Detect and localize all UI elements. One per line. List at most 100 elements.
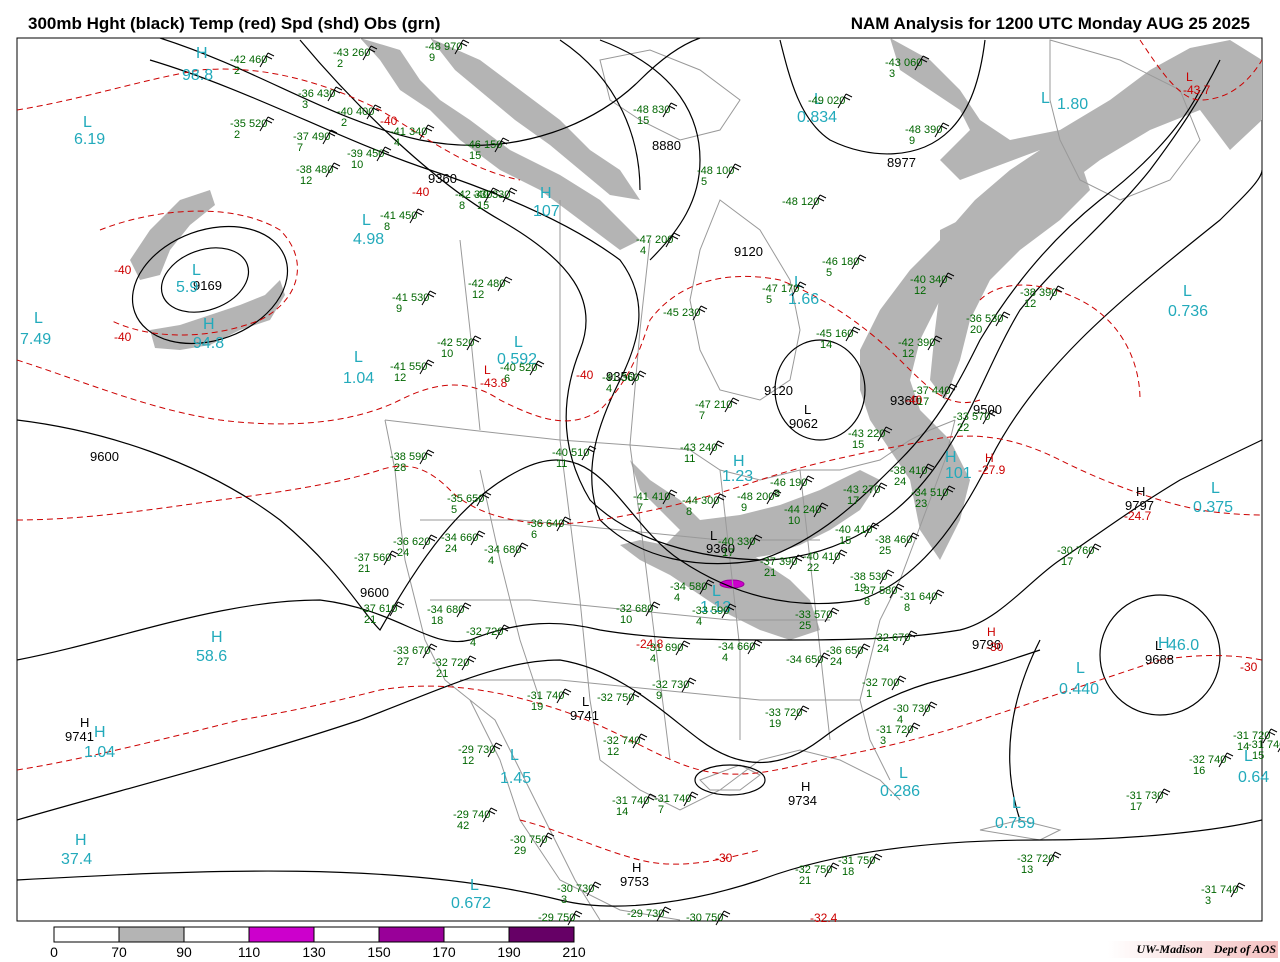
obs-dewpoint-dep: 21 (764, 567, 776, 579)
obs-dewpoint-dep: 20 (970, 324, 982, 336)
obs-dewpoint-dep: 14 (616, 806, 628, 818)
obs-dewpoint-dep: 5 (826, 267, 832, 279)
legend-tick-label: 70 (111, 944, 127, 960)
obs-dewpoint-dep: 4 (488, 555, 494, 567)
speed-center-value: 107 (533, 203, 560, 220)
obs-dewpoint-dep: 2 (234, 129, 240, 141)
speed-center-value: 6.19 (74, 131, 105, 148)
obs-dewpoint-dep: 12 (902, 348, 914, 360)
obs-dewpoint-dep: 24 (877, 643, 889, 655)
height-label: 9120 (734, 244, 763, 259)
obs-dewpoint-dep: 15 (1252, 750, 1264, 762)
obs-dewpoint-dep: 12 (462, 755, 474, 767)
obs-dewpoint-dep: 4 (722, 652, 728, 664)
obs-dewpoint-dep: 2 (341, 117, 347, 129)
speed-center-value: 1.23 (722, 468, 753, 485)
height-center-marker: L (804, 402, 811, 417)
height-label: 9734 (788, 793, 817, 808)
obs-dewpoint-dep: 19 (769, 718, 781, 730)
analysis-time: NAM Analysis for 1200 UTC Monday AUG 25 … (850, 14, 1250, 33)
speed-center-type: L (354, 349, 363, 366)
speed-center-type: H (94, 724, 106, 741)
obs-dewpoint-dep: 25 (799, 620, 811, 632)
obs-dewpoint-dep: 13 (1021, 864, 1033, 876)
legend-tick-label: 170 (432, 944, 456, 960)
obs-dewpoint-dep: 18 (431, 615, 443, 627)
obs-dewpoint-dep: 14 (820, 339, 832, 351)
obs-dewpoint-dep: 8 (904, 602, 910, 614)
speed-center-value: 98.8 (182, 67, 213, 84)
speed-center-type: L (510, 747, 519, 764)
obs-dewpoint-dep: 3 (1205, 895, 1211, 907)
obs-dewpoint-dep: 4 (470, 637, 476, 649)
height-label: 9120 (764, 383, 793, 398)
obs-dewpoint-dep: 12 (394, 372, 406, 384)
obs-dewpoint-dep: 12 (300, 175, 312, 187)
legend-tick-label: 130 (302, 944, 326, 960)
obs-dewpoint-dep: 15 (637, 115, 649, 127)
temp-label: -43.7 (1183, 83, 1211, 97)
obs-dewpoint-dep: 4 (640, 245, 646, 257)
speed-center-type: L (1211, 480, 1220, 497)
temp-center-marker: L (1186, 70, 1193, 84)
speed-center-value: 1.45 (500, 770, 531, 787)
speed-center-value: 0.64 (1238, 769, 1269, 786)
height-center-marker: H (632, 860, 641, 875)
speed-center-value: 5.9 (176, 279, 198, 296)
obs-dewpoint-dep: 15 (839, 535, 851, 547)
temp-label: -30 (715, 851, 733, 865)
speed-center-type: H (75, 832, 87, 849)
obs-dewpoint-dep: 6 (504, 373, 510, 385)
height-label: 9741 (65, 729, 94, 744)
temp-label: -27.9 (978, 463, 1006, 477)
obs-dewpoint-dep: 3 (880, 735, 886, 747)
speed-center-value: 4.98 (353, 231, 384, 248)
obs-dewpoint-dep: 9 (741, 502, 747, 514)
obs-dewpoint-dep: 7 (658, 804, 664, 816)
temp-center-marker: H (987, 625, 996, 639)
obs-dewpoint-dep: 4 (674, 592, 680, 604)
obs-dewpoint-dep: 24 (894, 476, 906, 488)
obs-dewpoint-dep: 29 (514, 845, 526, 857)
obs-dewpoint-dep: 2 (337, 58, 343, 70)
obs-dewpoint-dep: 21 (436, 668, 448, 680)
obs-dewpoint-dep: 27 (397, 656, 409, 668)
obs-dewpoint-dep: 11 (556, 458, 567, 470)
credit-org: UW-Madison (1136, 942, 1203, 956)
speed-center-type: L (470, 877, 479, 894)
obs-dewpoint-dep: 10 (620, 614, 632, 626)
temp-label: -40 (412, 185, 430, 199)
obs-dewpoint-dep: 3 (561, 894, 567, 906)
speed-center-value: 0.834 (797, 109, 837, 126)
obs-dewpoint-dep: 4 (650, 653, 656, 665)
obs-dewpoint-dep: 16 (1193, 765, 1205, 777)
obs-dewpoint-dep: 1 (866, 688, 872, 700)
obs-dewpoint-dep: 23 (915, 498, 927, 510)
height-center-marker: H (1136, 484, 1145, 499)
obs-dewpoint-dep: 15 (477, 200, 489, 212)
speed-center-type: L (192, 262, 201, 279)
height-label: 8977 (887, 155, 916, 170)
speed-center-type: H (211, 629, 223, 646)
speed-center-value: 46.0 (1168, 637, 1199, 654)
obs-dewpoint-dep: 6 (531, 529, 537, 541)
obs-dewpoint-dep: 5 (701, 176, 707, 188)
speed-center-type: L (712, 583, 721, 600)
legend-bin (443, 926, 510, 943)
speed-center-value: 101 (945, 465, 972, 482)
obs-dewpoint-dep: 4 (696, 616, 702, 628)
temp-label: -30 (1240, 660, 1258, 674)
height-label: 9753 (620, 874, 649, 889)
obs-dewpoint-dep: 15 (469, 150, 481, 162)
height-label: 9600 (360, 585, 389, 600)
height-center-marker: L (582, 694, 589, 709)
speed-center-type: L (514, 334, 523, 351)
speed-center-value: 1.04 (84, 744, 115, 761)
speed-center-type: L (1012, 795, 1021, 812)
height-label: 9062 (789, 416, 818, 431)
obs-dewpoint-dep: 22 (807, 562, 819, 574)
temp-label: -32.4 (810, 911, 838, 925)
obs-dewpoint-dep: 9 (656, 690, 662, 702)
obs-dewpoint-dep: 9 (429, 52, 435, 64)
speed-center-type: L (83, 114, 92, 131)
